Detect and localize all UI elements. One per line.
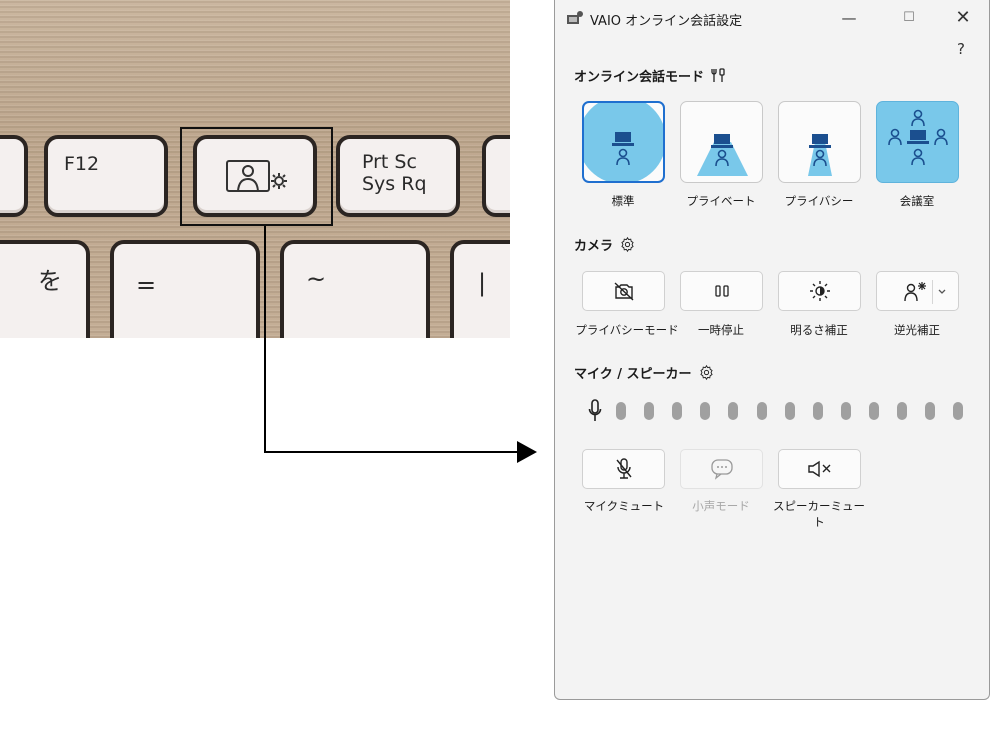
window-title: VAIO オンライン会話設定 [590,14,743,29]
key-wo: を [0,240,90,338]
camera-section-title: カメラ [574,235,636,254]
microphone-icon [588,399,602,421]
privacy-mode-label: プライバシーモード [575,323,679,337]
maximize-button[interactable]: ☐ [891,4,927,32]
connector-line-vertical [264,226,266,453]
mode-label-standard: 標準 [611,194,635,208]
whisper-mode-button[interactable] [680,449,763,489]
figure: F12 Prt Sc Sys Rq を = ~ | VAIO オンライン会話設定… [0,0,990,754]
mic-level-dot [616,402,626,420]
brightness-icon [809,281,830,301]
key-pipe: | [450,240,510,338]
camera-settings-gear-icon[interactable] [619,236,636,253]
pause-label: 一時停止 [698,323,744,337]
tools-icon [711,68,725,82]
app-icon [567,11,583,24]
privacy-mode-button[interactable] [582,271,665,311]
key-highlight-box [180,127,333,226]
key-prtsc-label: Prt Sc [362,151,417,173]
chat-bubble-icon [710,459,733,480]
key-f12: F12 [44,135,168,217]
pause-button[interactable] [680,271,763,311]
key-tilde: ~ [280,240,430,338]
mic-mute-icon [615,458,632,479]
standard-mode-icon [584,103,663,181]
mic-level-dot [868,402,879,420]
minimize-button[interactable]: — [831,4,867,32]
brightness-label: 明るさ補正 [790,323,848,337]
mode-tile-private[interactable] [680,101,763,183]
key-ins [482,135,510,217]
whisper-mode-label: 小声モード [692,499,750,513]
mic-level-dot [672,402,683,420]
mic-level-dot [925,402,936,420]
private-mode-icon [697,134,748,176]
key-prtsc: Prt Sc Sys Rq [336,135,460,217]
mode-label-meeting-room: 会議室 [899,194,935,208]
close-button[interactable]: ✕ [945,4,981,32]
mic-level-dot [953,402,964,420]
speaker-mute-button[interactable] [778,449,861,489]
audio-settings-gear-icon[interactable] [698,364,715,381]
mic-level-dot [784,402,795,420]
key-tilde-label: ~ [306,265,327,293]
backlight-icon [904,282,926,302]
speaker-mute-icon [807,460,830,478]
key-equals: = [110,240,260,338]
audio-title-text: マイク / スピーカー [574,367,692,382]
backlight-correction-button[interactable] [876,271,959,311]
arrow-head-icon [517,441,537,463]
mic-level-dot [812,402,823,420]
mic-level-dot [897,402,907,420]
mic-mute-button[interactable] [582,449,665,489]
camera-title-text: カメラ [574,239,614,254]
mode-label-privacy: プライバシー [784,194,854,208]
app-window: VAIO オンライン会話設定 — ☐ ✕ ? オンライン会話モード 標準 プライ… [554,0,990,700]
mic-level-dot [756,402,767,420]
key-sysrq-label: Sys Rq [362,173,427,195]
key-wo-label: を [38,267,62,295]
key-pipe-label: | [478,269,487,297]
meeting-room-mode-icon [888,109,948,166]
camera-off-icon [614,282,633,301]
mic-level-dot [728,402,739,420]
audio-section-title: マイク / スピーカー [574,363,715,382]
key-f11 [0,135,28,217]
mode-title-text: オンライン会話モード [574,70,705,85]
key-equals-label: = [136,271,157,299]
key-f12-label: F12 [64,153,100,175]
pause-icon [714,285,729,297]
connector-line-horizontal [264,451,522,453]
mode-label-private: プライベート [686,194,756,208]
help-button[interactable]: ? [957,40,965,58]
mode-section-title: オンライン会話モード [574,66,727,85]
mic-level-dot [700,402,711,420]
title-bar[interactable]: VAIO オンライン会話設定 — ☐ ✕ [555,0,989,36]
brightness-correction-button[interactable] [778,271,861,311]
mic-mute-label: マイクミュート [583,499,665,513]
mic-level-dot [644,402,655,420]
mode-tile-standard[interactable] [582,101,665,183]
backlight-label: 逆光補正 [894,323,940,337]
mode-tile-meeting-room[interactable] [876,101,959,183]
speaker-mute-label: スピーカーミュート [773,499,865,529]
mode-tile-privacy[interactable] [778,101,861,183]
chevron-down-icon[interactable] [937,288,947,296]
mic-level-dot [840,402,851,420]
privacy-mode-icon [808,134,832,176]
